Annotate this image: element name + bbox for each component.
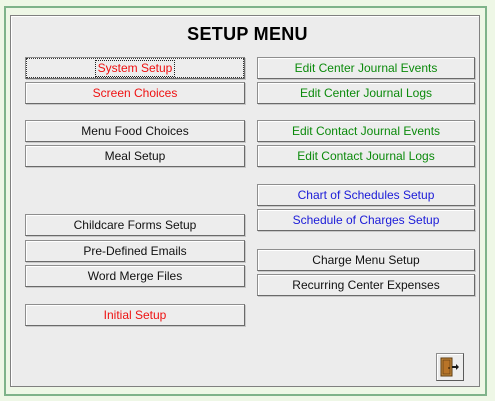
charge-menu-setup-button[interactable]: Charge Menu Setup [257, 249, 475, 271]
charge-menu-setup-label: Charge Menu Setup [312, 253, 420, 267]
recurring-center-expenses-label: Recurring Center Expenses [292, 278, 440, 292]
screen-choices-label: Screen Choices [92, 86, 178, 100]
pre-defined-emails-button[interactable]: Pre-Defined Emails [25, 240, 245, 262]
edit-center-journal-logs-label: Edit Center Journal Logs [299, 86, 433, 100]
word-merge-files-label: Word Merge Files [87, 269, 183, 283]
edit-center-journal-events-label: Edit Center Journal Events [294, 61, 438, 75]
menu-food-choices-button[interactable]: Menu Food Choices [25, 120, 245, 142]
exit-door-icon [440, 357, 459, 377]
chart-of-schedules-setup-label: Chart of Schedules Setup [297, 188, 435, 202]
edit-contact-journal-logs-button[interactable]: Edit Contact Journal Logs [257, 145, 475, 167]
exit-button[interactable] [436, 353, 464, 381]
schedule-of-charges-setup-button[interactable]: Schedule of Charges Setup [257, 209, 475, 231]
initial-setup-label: Initial Setup [103, 308, 167, 322]
screen-choices-button[interactable]: Screen Choices [25, 82, 245, 104]
page-title: SETUP MENU [187, 24, 308, 44]
initial-setup-button[interactable]: Initial Setup [25, 304, 245, 326]
meal-setup-button[interactable]: Meal Setup [25, 145, 245, 167]
childcare-forms-setup-label: Childcare Forms Setup [73, 218, 197, 232]
system-setup-label: System Setup [94, 60, 176, 77]
edit-contact-journal-events-button[interactable]: Edit Contact Journal Events [257, 120, 475, 142]
recurring-center-expenses-button[interactable]: Recurring Center Expenses [257, 274, 475, 296]
meal-setup-label: Meal Setup [104, 149, 166, 163]
system-setup-button[interactable]: System Setup [25, 57, 245, 79]
edit-center-journal-events-button[interactable]: Edit Center Journal Events [257, 57, 475, 79]
edit-contact-journal-events-label: Edit Contact Journal Events [291, 124, 441, 138]
schedule-of-charges-setup-label: Schedule of Charges Setup [292, 213, 440, 227]
menu-food-choices-label: Menu Food Choices [81, 124, 189, 138]
chart-of-schedules-setup-button[interactable]: Chart of Schedules Setup [257, 184, 475, 206]
edit-contact-journal-logs-label: Edit Contact Journal Logs [297, 149, 435, 163]
pre-defined-emails-label: Pre-Defined Emails [83, 244, 187, 258]
edit-center-journal-logs-button[interactable]: Edit Center Journal Logs [257, 82, 475, 104]
word-merge-files-button[interactable]: Word Merge Files [25, 265, 245, 287]
childcare-forms-setup-button[interactable]: Childcare Forms Setup [25, 214, 245, 236]
